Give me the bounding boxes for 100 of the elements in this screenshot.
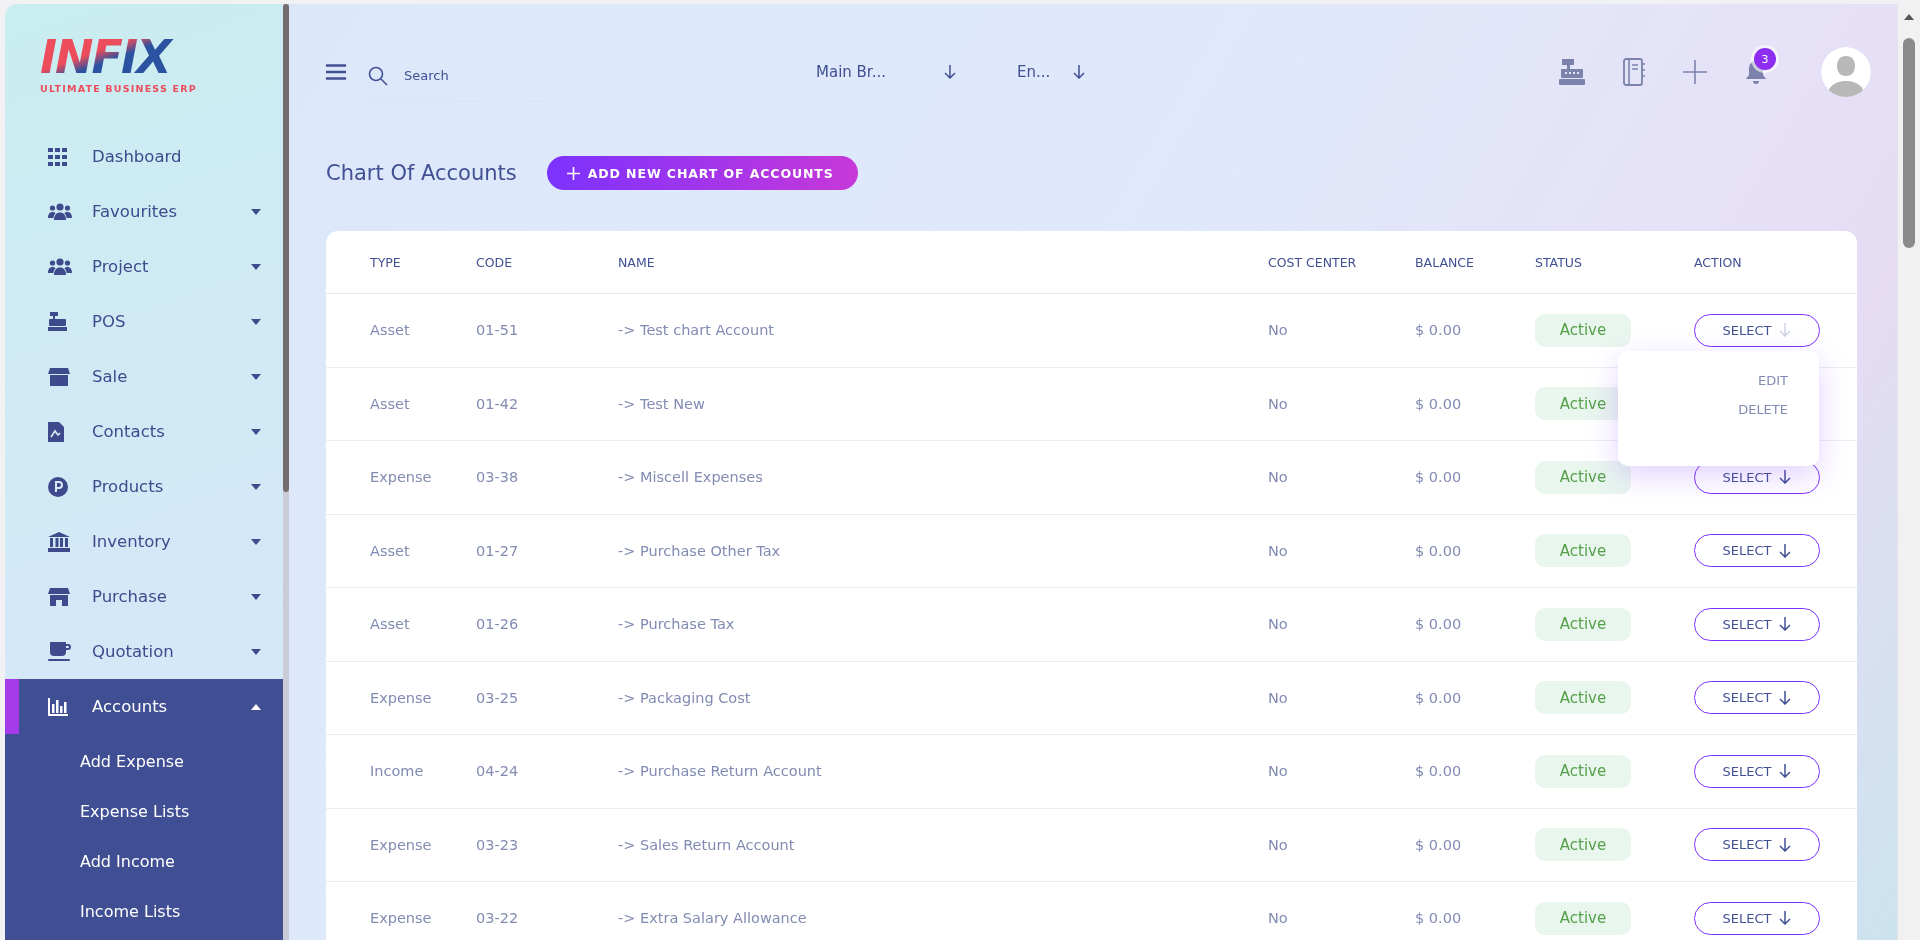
arrow-down-icon — [1779, 764, 1792, 779]
table-cell-text: No — [1268, 322, 1289, 339]
table-cell-text: $ 0.00 — [1415, 616, 1463, 633]
table-cell-text: 03-23 — [476, 836, 520, 853]
sidebar-item[interactable]: Accounts — [5, 679, 283, 734]
arrow-down-icon — [1779, 690, 1792, 705]
table-cell-text: Expense — [370, 469, 433, 486]
scrollbar-thumb[interactable] — [283, 4, 289, 492]
submenu-item[interactable]: Add Income — [5, 837, 283, 887]
sidebar-item[interactable]: Quotation — [5, 624, 283, 679]
status-badge: Active — [1535, 534, 1631, 568]
table-cell-text: -> Test New — [618, 395, 706, 412]
status-badge: Active — [1535, 901, 1631, 935]
column-header: BALANCE — [1415, 254, 1475, 270]
arrow-down-icon — [1779, 470, 1792, 485]
submenu-item[interactable]: Income Lists — [5, 887, 283, 937]
plus-icon[interactable] — [1683, 60, 1707, 84]
sidebar-item[interactable]: Contacts — [5, 404, 283, 459]
table-cell-text: $ 0.00 — [1415, 910, 1463, 927]
column-header: STATUS — [1535, 254, 1583, 270]
plus-icon — [566, 166, 580, 180]
table-cell-text: -> Sales Return Account — [618, 836, 796, 853]
menu-icon[interactable] — [326, 64, 346, 80]
people-icon — [48, 258, 72, 275]
store-icon — [48, 587, 70, 606]
select-button[interactable]: SELECT — [1694, 901, 1820, 935]
sidebar-item[interactable]: Favourites — [5, 184, 283, 239]
cash-register-icon — [48, 311, 68, 332]
sidebar-item[interactable]: Dashboard — [5, 129, 283, 184]
table-cell-text: 01-26 — [476, 616, 520, 633]
bank-icon — [48, 531, 70, 552]
table-cell-text: No — [1268, 836, 1289, 853]
table-cell-text: No — [1268, 616, 1289, 633]
sidebar-item[interactable]: Products — [5, 459, 283, 514]
status-badge: Active — [1535, 460, 1631, 494]
sidebar-item[interactable]: Inventory — [5, 514, 283, 569]
scrollbar-thumb[interactable] — [1903, 38, 1915, 248]
cup-icon — [48, 641, 72, 662]
table-cell-text: $ 0.00 — [1415, 469, 1463, 486]
table-cell-text: -> Test chart Account — [618, 322, 775, 339]
sidebar-item[interactable]: POS — [5, 294, 283, 349]
table-cell-text: $ 0.00 — [1415, 322, 1463, 339]
table-cell-text: No — [1268, 469, 1289, 486]
branch-dropdown[interactable]: Main Br... — [810, 62, 962, 82]
language-dropdown[interactable]: En... — [1011, 62, 1091, 82]
table-cell-text: $ 0.00 — [1415, 689, 1463, 706]
arrow-down-icon — [1779, 323, 1792, 338]
add-button[interactable]: ADD NEW CHART OF ACCOUNTS — [546, 156, 858, 190]
people-icon — [48, 203, 72, 220]
search-field[interactable]: Search — [402, 67, 606, 84]
column-header: CODE — [476, 254, 514, 270]
table-cell-text: 04-24 — [476, 763, 520, 780]
coin-icon — [48, 476, 68, 497]
select-button[interactable]: SELECT — [1694, 681, 1820, 715]
logo-tagline: ULTIMATE BUSINESS ERP — [40, 83, 197, 94]
table-cell-text: $ 0.00 — [1415, 395, 1463, 412]
table-cell-text: No — [1268, 395, 1289, 412]
table-cell-text: No — [1268, 689, 1289, 706]
table-cell-text: -> Miscell Expenses — [618, 469, 764, 486]
select-button[interactable]: SELECT — [1694, 534, 1820, 568]
scroll-up-icon[interactable] — [1904, 14, 1914, 20]
notification-badge: 3 — [1754, 48, 1776, 70]
submenu-item[interactable]: Add Expense — [5, 737, 283, 787]
arrow-down-icon — [1779, 543, 1792, 558]
column-header: NAME — [618, 254, 656, 270]
table-cell-text: -> Purchase Tax — [618, 616, 736, 633]
sidebar-item[interactable]: Purchase — [5, 569, 283, 624]
table-cell-text: 03-25 — [476, 689, 520, 706]
sidebar-item[interactable]: Project — [5, 239, 283, 294]
table-cell-text: Asset — [370, 322, 411, 339]
select-button[interactable]: SELECT — [1694, 607, 1820, 641]
status-badge: Active — [1535, 681, 1631, 715]
status-badge: Active — [1535, 313, 1631, 347]
table-cell-text: $ 0.00 — [1415, 763, 1463, 780]
search-icon — [368, 65, 388, 86]
status-badge: Active — [1535, 607, 1631, 641]
cash-register-icon[interactable] — [1559, 59, 1585, 85]
table-cell-text: -> Packaging Cost — [618, 689, 752, 706]
table-cell-text: Asset — [370, 542, 411, 559]
status-badge: Active — [1535, 828, 1631, 862]
arrow-down-icon — [1779, 837, 1792, 852]
status-badge: Active — [1535, 754, 1631, 788]
table-cell-text: 03-22 — [476, 910, 520, 927]
table-cell-text: Income — [370, 763, 425, 780]
avatar[interactable] — [1821, 47, 1871, 97]
table-cell-text: $ 0.00 — [1415, 542, 1463, 559]
table-cell-text: Expense — [370, 836, 433, 853]
document-icon — [48, 421, 64, 442]
submenu-item[interactable]: Expense Lists — [5, 787, 283, 837]
select-button[interactable]: SELECT — [1694, 754, 1820, 788]
table-cell-text: 01-27 — [476, 542, 520, 559]
page-title: Chart Of Accounts — [326, 161, 517, 185]
select-button[interactable]: SELECT — [1694, 828, 1820, 862]
select-button[interactable]: SELECT — [1694, 313, 1820, 347]
sidebar-item[interactable]: Sale — [5, 349, 283, 404]
notebook-icon[interactable] — [1623, 58, 1645, 86]
table-cell-text: -> Purchase Other Tax — [618, 542, 782, 559]
column-header: ACTION — [1694, 254, 1743, 270]
table-cell-text: No — [1268, 542, 1289, 559]
arrow-down-icon — [944, 65, 956, 79]
